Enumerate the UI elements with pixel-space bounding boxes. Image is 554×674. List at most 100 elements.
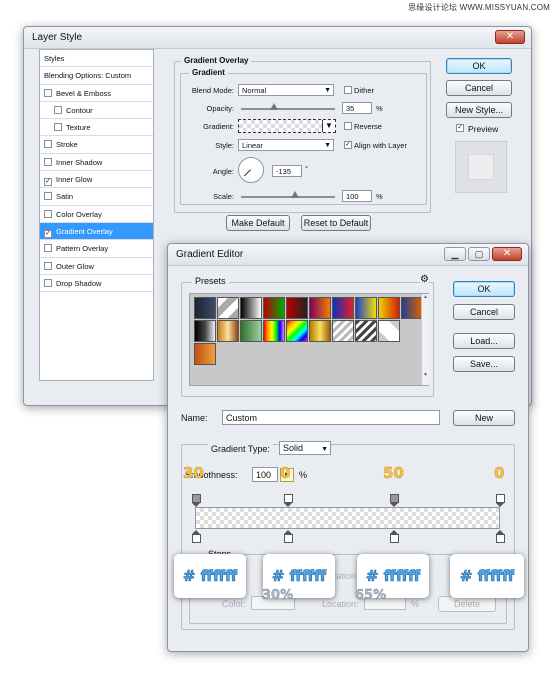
preset-swatch[interactable] bbox=[355, 297, 377, 319]
style-item-satin[interactable]: Satin bbox=[40, 188, 153, 206]
scale-slider[interactable] bbox=[241, 196, 335, 198]
gradient-bar[interactable] bbox=[195, 507, 500, 529]
blend-mode-select[interactable]: Normal ▼ bbox=[238, 84, 334, 96]
scale-label: Scale: bbox=[213, 192, 234, 201]
preset-swatch[interactable] bbox=[217, 297, 239, 319]
style-item-inner-glow[interactable]: ✓ Inner Glow bbox=[40, 171, 153, 189]
style-item-texture[interactable]: Texture bbox=[40, 119, 153, 137]
style-item-checkbox[interactable] bbox=[44, 209, 52, 218]
preview-checkbox[interactable]: ✓ bbox=[456, 124, 464, 132]
style-item-checkbox[interactable] bbox=[44, 192, 52, 201]
opacity-stop-annotation: 30 bbox=[183, 464, 204, 483]
save-button[interactable]: Save... bbox=[453, 356, 515, 372]
style-item-color-overlay[interactable]: Color Overlay bbox=[40, 206, 153, 223]
align-label: Align with Layer bbox=[354, 141, 407, 150]
smoothness-input[interactable]: 100 bbox=[252, 467, 278, 482]
color-stop[interactable] bbox=[284, 530, 293, 544]
style-item-checkbox[interactable] bbox=[44, 157, 52, 166]
style-item-drop-shadow[interactable]: Drop Shadow bbox=[40, 275, 153, 293]
cancel-button[interactable]: Cancel bbox=[453, 304, 515, 320]
preset-swatch[interactable] bbox=[217, 320, 239, 342]
dither-checkbox[interactable] bbox=[344, 86, 352, 94]
preset-swatch[interactable] bbox=[240, 297, 262, 319]
new-style-button[interactable]: New Style... bbox=[446, 102, 512, 118]
style-item-checkbox[interactable] bbox=[44, 278, 52, 287]
opacity-stop[interactable] bbox=[496, 491, 505, 507]
color-stop[interactable] bbox=[192, 530, 201, 544]
opacity-slider-thumb[interactable] bbox=[269, 103, 278, 110]
close-button[interactable]: ✕ bbox=[492, 247, 522, 261]
opacity-stop-annotation: 0 bbox=[494, 464, 505, 483]
style-item-checkbox[interactable] bbox=[54, 123, 62, 132]
reverse-checkbox[interactable] bbox=[344, 122, 352, 130]
opacity-stop-annotation: 0 bbox=[280, 464, 291, 483]
style-item-checkbox[interactable] bbox=[44, 140, 52, 149]
style-item-stroke[interactable]: Stroke bbox=[40, 136, 153, 154]
maximize-icon[interactable]: ▢ bbox=[468, 247, 490, 261]
make-default-button[interactable]: Make Default bbox=[226, 215, 290, 231]
preset-swatch[interactable] bbox=[263, 320, 285, 342]
style-item-bevel-emboss[interactable]: Bevel & Emboss bbox=[40, 85, 153, 102]
opacity-input[interactable]: 35 bbox=[342, 102, 372, 114]
preset-swatch[interactable] bbox=[332, 297, 354, 319]
style-item-checkbox[interactable] bbox=[54, 105, 62, 114]
angle-input[interactable]: -135 bbox=[272, 165, 302, 177]
opacity-stop[interactable] bbox=[390, 491, 399, 507]
preset-swatch[interactable] bbox=[378, 320, 400, 342]
style-item-gradient-overlay[interactable]: ✓ Gradient Overlay bbox=[40, 222, 153, 241]
gradient-type-select[interactable]: Solid ▼ bbox=[279, 441, 331, 455]
preset-swatch[interactable] bbox=[286, 320, 308, 342]
preset-swatch[interactable] bbox=[194, 297, 216, 319]
name-input[interactable]: Custom bbox=[222, 410, 440, 425]
style-item-inner-shadow[interactable]: Inner Shadow bbox=[40, 154, 153, 172]
align-checkbox[interactable]: ✓ bbox=[344, 141, 352, 149]
ok-button[interactable]: OK bbox=[446, 58, 512, 74]
style-select[interactable]: Linear ▼ bbox=[238, 139, 334, 151]
close-button[interactable]: ✕ bbox=[495, 30, 525, 44]
opacity-stop[interactable] bbox=[284, 491, 293, 507]
scale-slider-thumb[interactable] bbox=[291, 191, 299, 198]
cancel-button[interactable]: Cancel bbox=[446, 80, 512, 96]
gradient-dropdown-arrow-icon[interactable]: ▼ bbox=[322, 120, 335, 132]
preset-swatch[interactable] bbox=[355, 320, 377, 342]
opacity-stop[interactable] bbox=[192, 491, 201, 507]
preset-swatch[interactable] bbox=[401, 297, 423, 319]
preset-swatch[interactable] bbox=[286, 297, 308, 319]
reset-default-button[interactable]: Reset to Default bbox=[301, 215, 371, 231]
presets-menu-gear-icon[interactable]: ⚙ bbox=[420, 274, 429, 285]
style-value: Linear bbox=[242, 141, 263, 150]
color-stop[interactable] bbox=[496, 530, 505, 544]
presets-label: Presets bbox=[192, 276, 229, 286]
style-item-pattern-overlay[interactable]: Pattern Overlay bbox=[40, 240, 153, 258]
preset-swatch[interactable] bbox=[240, 320, 262, 342]
angle-label: Angle: bbox=[212, 167, 234, 176]
ok-button[interactable]: OK bbox=[453, 281, 515, 297]
styles-header[interactable]: Styles bbox=[40, 50, 153, 68]
style-item-contour[interactable]: Contour bbox=[40, 102, 153, 120]
style-item-checkbox[interactable] bbox=[44, 88, 52, 97]
preset-swatch[interactable] bbox=[194, 320, 216, 342]
load-button[interactable]: Load... bbox=[453, 333, 515, 349]
preset-swatch[interactable] bbox=[263, 297, 285, 319]
new-button[interactable]: New bbox=[453, 410, 515, 426]
preset-swatch[interactable] bbox=[378, 297, 400, 319]
angle-unit: ° bbox=[305, 164, 308, 173]
style-item-checkbox[interactable] bbox=[44, 244, 52, 253]
preset-swatch[interactable] bbox=[309, 320, 331, 342]
layer-style-title: Layer Style bbox=[24, 27, 531, 49]
minimize-icon[interactable]: ▁ bbox=[444, 247, 466, 261]
opacity-slider[interactable] bbox=[241, 108, 335, 110]
style-item-blending-options-custom[interactable]: Blending Options: Custom bbox=[40, 67, 153, 85]
style-item-checkbox[interactable]: ✓ bbox=[44, 178, 52, 187]
style-item-checkbox[interactable] bbox=[44, 261, 52, 270]
preset-swatch[interactable] bbox=[309, 297, 331, 319]
delete-button[interactable]: Delete bbox=[438, 596, 496, 612]
preset-swatch[interactable] bbox=[332, 320, 354, 342]
angle-dial[interactable] bbox=[238, 157, 264, 183]
preset-swatch[interactable] bbox=[194, 343, 216, 365]
presets-scrollbar[interactable]: ▲ ▼ bbox=[421, 294, 429, 385]
style-item-outer-glow[interactable]: Outer Glow bbox=[40, 258, 153, 275]
color-stop[interactable] bbox=[390, 530, 399, 544]
scale-input[interactable]: 100 bbox=[342, 190, 372, 202]
style-item-checkbox[interactable]: ✓ bbox=[44, 229, 52, 238]
